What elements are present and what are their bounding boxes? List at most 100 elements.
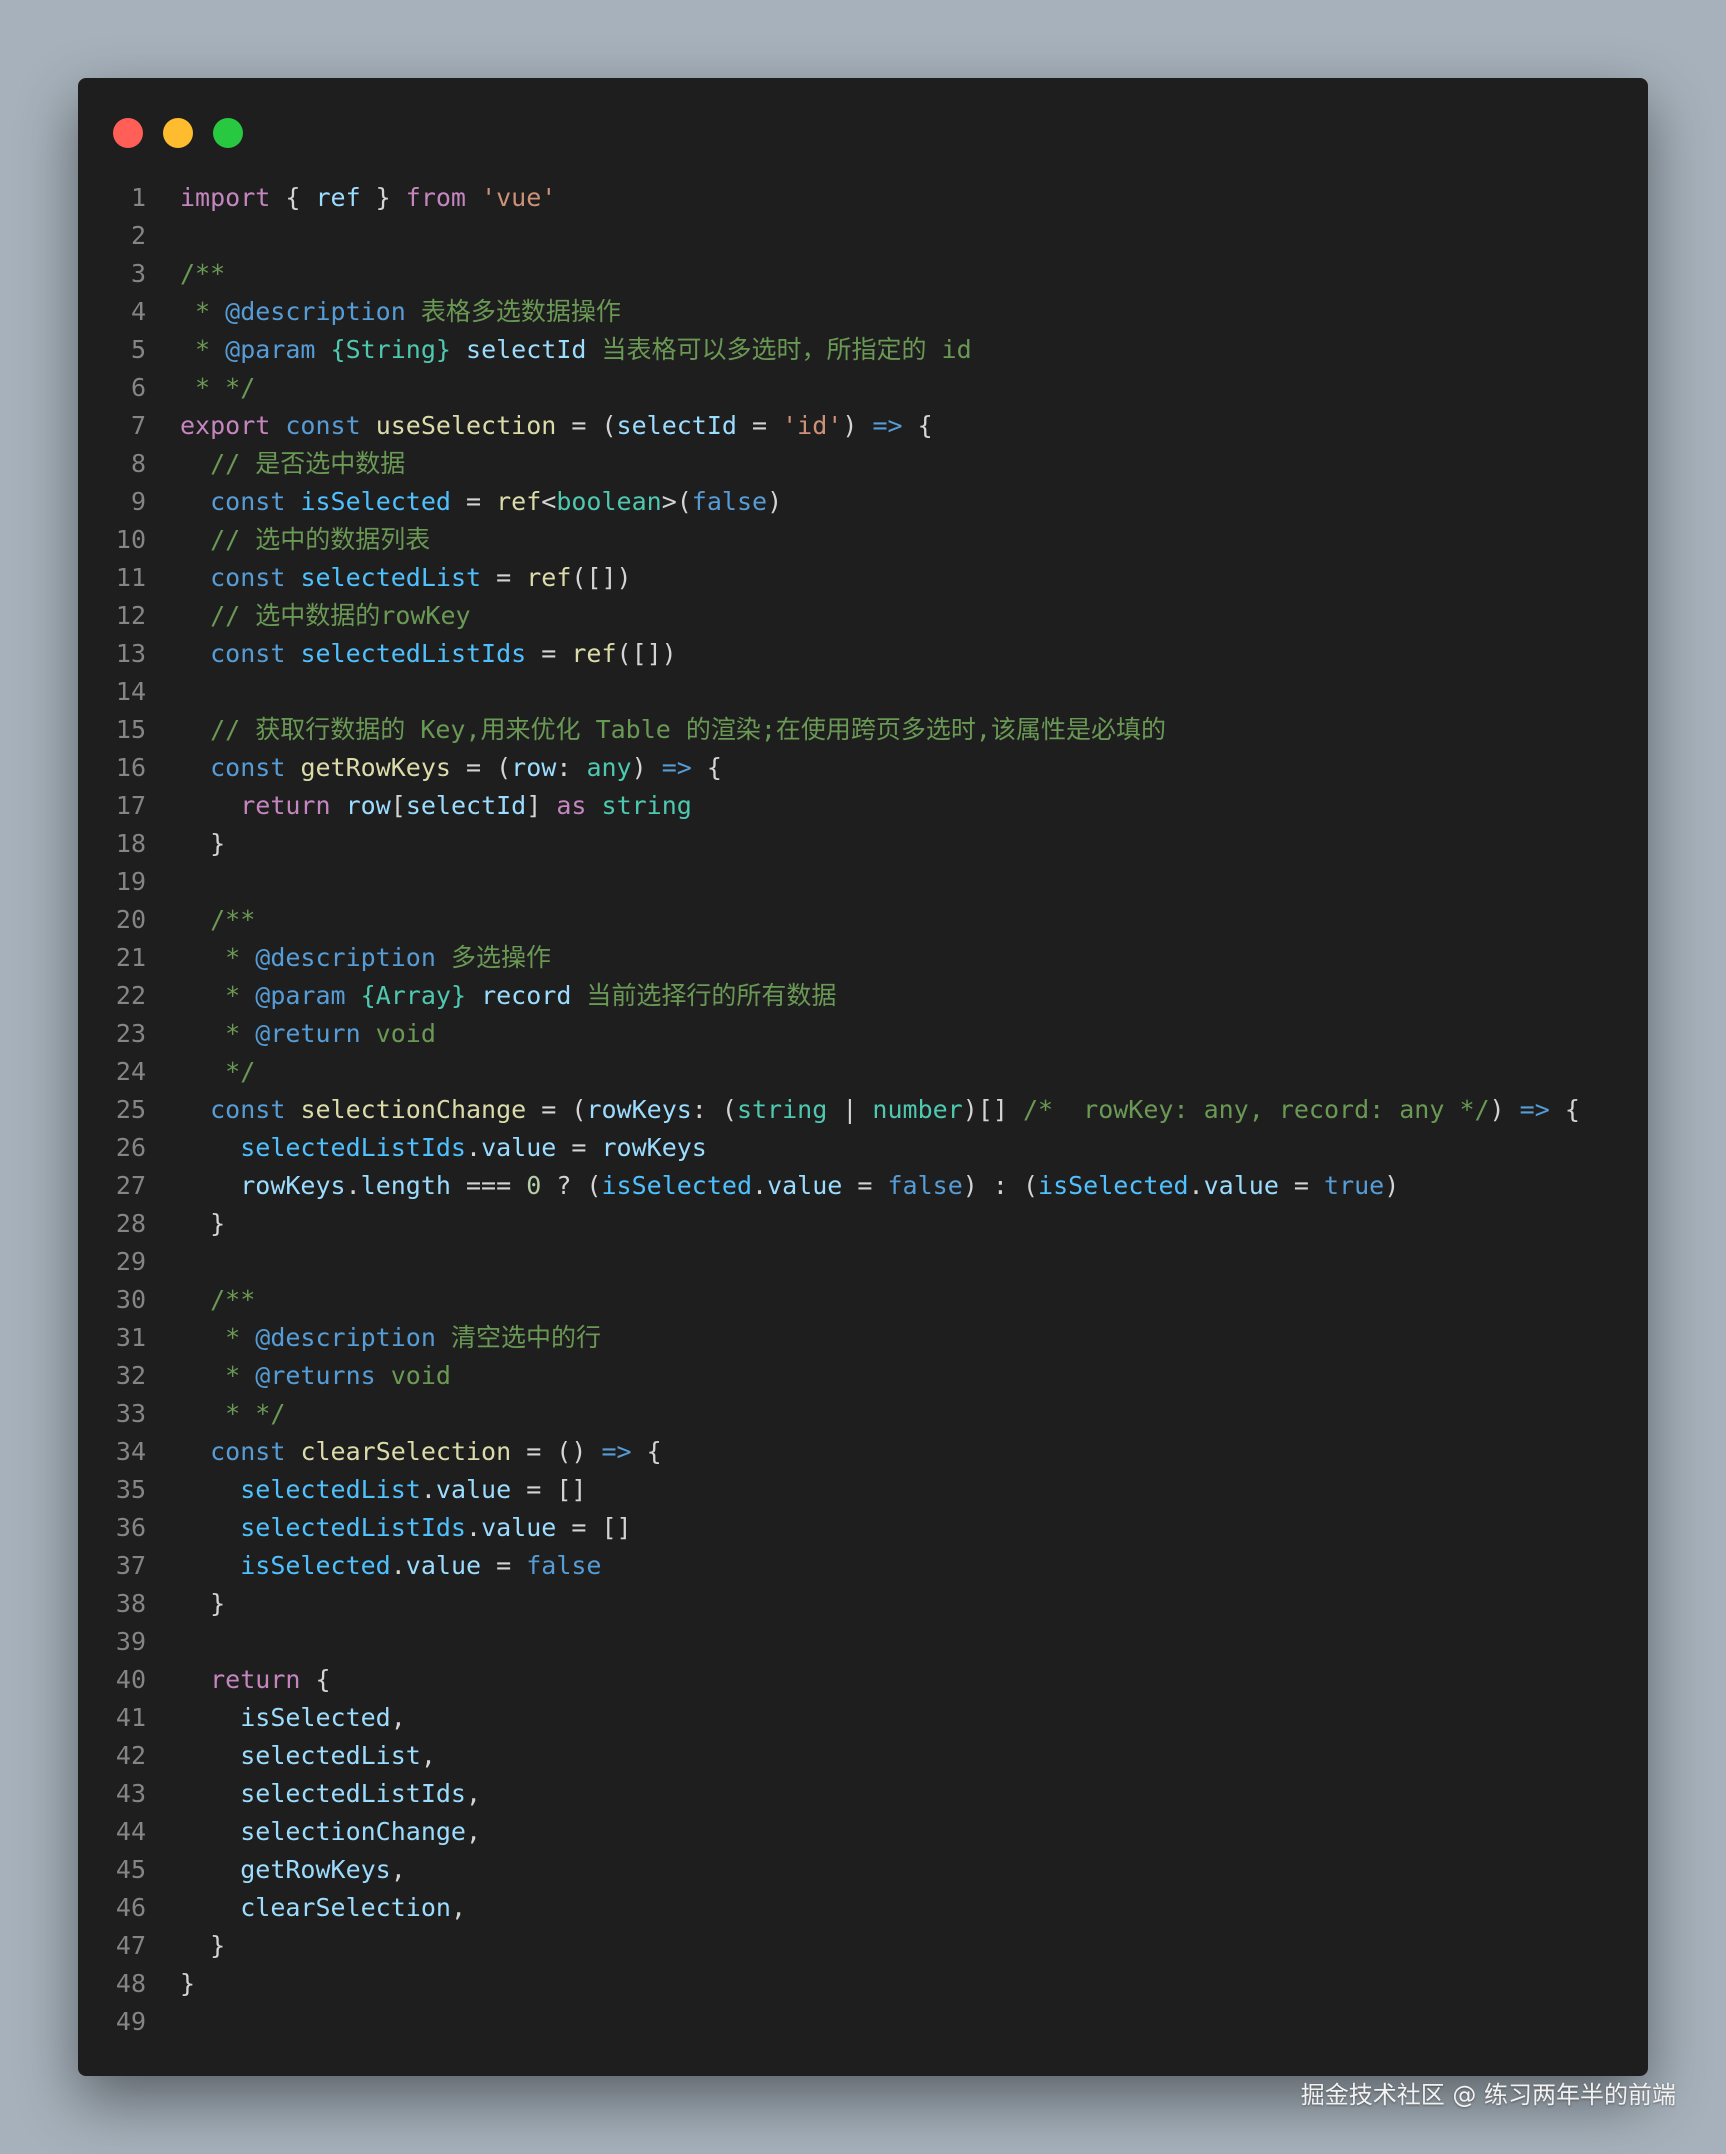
code-token: false (526, 1551, 602, 1580)
code-token: } (360, 183, 406, 212)
line-number: 25 (115, 1095, 146, 1124)
code-token: /** (180, 259, 226, 288)
code-token: value (481, 1513, 557, 1542)
code-line: 31 * @description 清空选中的行 (78, 1319, 1648, 1357)
line-number: 29 (115, 1247, 146, 1276)
code-text: const clearSelection = () => { (180, 1433, 662, 1471)
code-token: from (405, 183, 466, 212)
code-token: record (481, 981, 572, 1010)
code-token: getRowKeys (240, 1855, 391, 1884)
code-token: @param (225, 335, 316, 364)
code-text: /** (180, 255, 225, 293)
code-token: const (210, 487, 286, 516)
code-line: 21 * @description 多选操作 (78, 939, 1648, 977)
code-token: false (691, 487, 768, 516)
code-token: const (210, 1095, 286, 1124)
code-token: ref (526, 563, 572, 592)
code-token: string (736, 1095, 828, 1124)
code-line: 28 } (78, 1205, 1648, 1243)
code-token: value (405, 1551, 482, 1580)
code-line: 8 // 是否选中数据 (78, 445, 1648, 483)
code-token: ? ( (541, 1171, 602, 1200)
line-number: 35 (115, 1475, 146, 1504)
close-dot-icon[interactable] (113, 118, 143, 148)
code-token: 'vue' (481, 183, 557, 212)
line-number: 6 (130, 373, 146, 402)
code-token: @param (255, 981, 346, 1010)
code-token: const (210, 1437, 286, 1466)
code-token: 'id' (782, 411, 843, 440)
code-text: isSelected.value = false (180, 1547, 601, 1585)
line-number: 14 (115, 677, 146, 706)
code-token: ([]) (616, 639, 677, 668)
code-text: // 获取行数据的 Key,用来优化 Table 的渲染;在使用跨页多选时,该属… (180, 711, 1166, 749)
code-token: * (210, 981, 256, 1010)
line-number: 5 (130, 335, 146, 364)
code-text: isSelected, (180, 1699, 406, 1737)
line-number: 16 (115, 753, 146, 782)
line-number: 36 (115, 1513, 146, 1542)
code-token: ) (767, 487, 783, 516)
line-number: 38 (115, 1589, 146, 1618)
code-text: * @return void (180, 1015, 436, 1053)
code-token: = () (511, 1437, 602, 1466)
code-token: import (180, 183, 271, 212)
code-text: } (180, 825, 225, 863)
code-line: 23 * @return void (78, 1015, 1648, 1053)
code-token: ) (1489, 1095, 1520, 1124)
code-line: 45 getRowKeys, (78, 1851, 1648, 1889)
code-token: . (390, 1551, 406, 1580)
code-text: * @param {Array} record 当前选择行的所有数据 (180, 977, 836, 1015)
code-token: false (887, 1171, 963, 1200)
code-token: = (481, 1551, 527, 1580)
line-number: 34 (115, 1437, 146, 1466)
line-number: 11 (115, 563, 146, 592)
code-token: selectId (466, 335, 587, 364)
code-text: import { ref } from 'vue' (180, 179, 556, 217)
watermark: 掘金技术社区 @ 练习两年半的前端 (1300, 2081, 1676, 2109)
code-line: 36 selectedListIds.value = [] (78, 1509, 1648, 1547)
code-token: } (180, 1969, 196, 1998)
code-token: < (541, 487, 557, 516)
code-token: 多选操作 (435, 943, 551, 972)
code-token: ) (1384, 1171, 1400, 1200)
code-token: @description (225, 297, 406, 326)
code-token: selectedListIds (240, 1133, 466, 1162)
code-token: . (466, 1133, 482, 1162)
code-token: ref (315, 183, 361, 212)
code-text: const selectionChange = (rowKeys: (strin… (180, 1091, 1580, 1129)
minimize-dot-icon[interactable] (163, 118, 193, 148)
maximize-dot-icon[interactable] (213, 118, 243, 148)
code-text: selectedListIds, (180, 1775, 481, 1813)
code-text: return row[selectId] as string (180, 787, 692, 825)
code-token: | (827, 1095, 873, 1124)
line-number: 1 (130, 183, 146, 212)
code-line: 26 selectedListIds.value = rowKeys (78, 1129, 1648, 1167)
line-number: 45 (115, 1855, 146, 1884)
code-line: 3 /** (78, 255, 1648, 293)
line-number: 39 (115, 1627, 146, 1656)
line-number: 2 (130, 221, 146, 250)
code-token: rowKeys (586, 1095, 692, 1124)
line-number: 37 (115, 1551, 146, 1580)
code-token: */ (210, 1057, 256, 1086)
code-text: } (180, 1205, 225, 1243)
line-number: 4 (130, 297, 146, 326)
line-number: 40 (115, 1665, 146, 1694)
code-token: === (450, 1171, 527, 1200)
